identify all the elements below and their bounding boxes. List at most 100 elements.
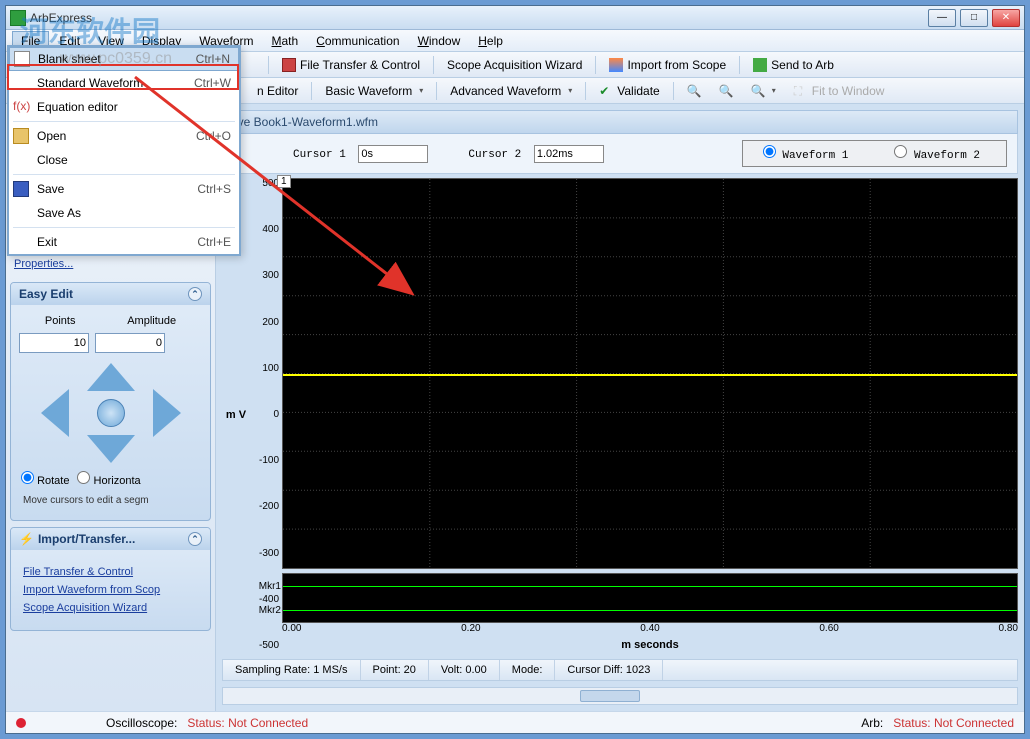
fm-equation-editor[interactable]: f(x) Equation editor	[9, 95, 239, 119]
import-panel-title: Import/Transfer...	[38, 532, 135, 546]
menu-communication[interactable]: Communication	[308, 32, 407, 50]
file-menu-dropdown: Blank sheetCtrl+N Standard WaveformCtrl+…	[7, 45, 241, 256]
menu-window[interactable]: Window	[410, 32, 469, 50]
fm-blank-sheet[interactable]: Blank sheetCtrl+N	[9, 47, 239, 71]
menu-help[interactable]: Help	[470, 32, 511, 50]
zoom-dropdown[interactable]: 🔍	[744, 81, 783, 101]
fm-close[interactable]: Close	[9, 148, 239, 172]
horizontal-scrollbar[interactable]	[222, 687, 1018, 705]
lightning-icon: ⚡	[19, 532, 34, 546]
osc-status: Status: Not Connected	[187, 716, 308, 730]
waveform1-radio[interactable]: Waveform 1	[763, 145, 849, 162]
dpad-right-button[interactable]	[153, 389, 181, 437]
window-title: ArbExpress	[30, 11, 928, 25]
plot-canvas[interactable]: 1	[282, 178, 1018, 569]
fm-open[interactable]: OpenCtrl+O	[9, 124, 239, 148]
import-waveform-link[interactable]: Import Waveform from Scop	[23, 584, 198, 596]
menu-math[interactable]: Math	[264, 32, 307, 50]
scrollbar-thumb[interactable]	[580, 690, 640, 702]
main-area: ave Book1-Waveform1.wfm Cursor 1 Cursor …	[216, 104, 1024, 711]
fm-standard-waveform[interactable]: Standard WaveformCtrl+W	[9, 71, 239, 95]
new-file-icon	[14, 51, 30, 67]
dpad-up-button[interactable]	[87, 363, 135, 391]
save-icon	[13, 181, 29, 197]
advanced-waveform-dropdown[interactable]: Advanced Waveform	[443, 81, 579, 101]
waveform-trace	[283, 374, 1017, 376]
validate-button[interactable]: ✔Validate	[592, 81, 666, 101]
dpad-down-button[interactable]	[87, 435, 135, 463]
import-icon	[609, 58, 623, 72]
sampling-rate: Sampling Rate: 1 MS/s	[223, 660, 361, 680]
scope-wizard-button[interactable]: Scope Acquisition Wizard	[440, 55, 589, 75]
statusbar: Oscilloscope: Status: Not Connected Arb:…	[6, 711, 1024, 733]
cursor1-label: Cursor 1	[293, 149, 346, 161]
zoom-icon: 🔍	[751, 84, 765, 98]
equation-icon: f(x)	[13, 99, 29, 115]
equation-editor-button[interactable]: n Editor	[250, 81, 305, 101]
cursor1-input[interactable]	[358, 145, 428, 163]
cursor2-label: Cursor 2	[468, 149, 521, 161]
fm-exit[interactable]: ExitCtrl+E	[9, 230, 239, 254]
easy-edit-panel: Easy Edit ⌃ Points Amplitude	[10, 282, 211, 521]
amplitude-label: Amplitude	[127, 315, 176, 327]
osc-status-icon	[16, 718, 26, 728]
amplitude-input[interactable]	[95, 333, 165, 353]
fm-save[interactable]: SaveCtrl+S	[9, 177, 239, 201]
points-input[interactable]	[19, 333, 89, 353]
osc-label: Oscilloscope:	[106, 716, 177, 730]
import-scope-button[interactable]: Import from Scope	[602, 55, 733, 75]
x-axis-ticks: 0.000.200.400.600.80	[282, 623, 1018, 637]
waveform2-radio[interactable]: Waveform 2	[894, 145, 980, 162]
app-icon	[10, 10, 26, 26]
properties-link[interactable]: Properties...	[14, 258, 207, 270]
file-transfer-button[interactable]: File Transfer & Control	[275, 55, 427, 75]
mode-value: Mode:	[500, 660, 556, 680]
waveform-plot: m V 5004003002001000-100-200-300-400-500…	[222, 178, 1018, 651]
fit-icon: ⛶	[794, 84, 808, 98]
points-label: Points	[45, 315, 76, 327]
import-transfer-header[interactable]: ⚡ Import/Transfer... ⌃	[11, 528, 210, 550]
cursor-bar: Cursor 1 Cursor 2 Waveform 1 Waveform 2	[222, 134, 1018, 174]
collapse-icon: ⌃	[188, 532, 202, 546]
zoom-in-button[interactable]: 🔍	[680, 81, 708, 101]
document-title: ave Book1-Waveform1.wfm	[222, 110, 1018, 134]
marker-plot[interactable]: Mkr1 Mkr2	[282, 573, 1018, 623]
arb-status: Status: Not Connected	[893, 716, 1014, 730]
collapse-icon: ⌃	[188, 287, 202, 301]
horizontal-radio[interactable]: Horizonta	[77, 471, 140, 487]
file-transfer-link[interactable]: File Transfer & Control	[23, 566, 198, 578]
check-icon: ✔	[599, 84, 613, 98]
close-button[interactable]: ✕	[992, 9, 1020, 27]
easy-edit-header[interactable]: Easy Edit ⌃	[11, 283, 210, 305]
mkr1-label: Mkr1	[247, 581, 281, 592]
zoom-out-button[interactable]: 🔍	[712, 81, 740, 101]
fm-save-as[interactable]: Save As	[9, 201, 239, 225]
x-axis-label: m seconds	[282, 639, 1018, 651]
send-arb-button[interactable]: Send to Arb	[746, 55, 841, 75]
info-bar: Sampling Rate: 1 MS/s Point: 20 Volt: 0.…	[222, 659, 1018, 681]
dpad-center-button[interactable]	[97, 399, 125, 427]
cursor-diff: Cursor Diff: 1023	[555, 660, 663, 680]
volt-value: Volt: 0.00	[429, 660, 500, 680]
zoom-out-icon: 🔍	[719, 84, 733, 98]
edit-hint: Move cursors to edit a segm	[23, 495, 198, 506]
easy-edit-title: Easy Edit	[19, 287, 73, 301]
open-icon	[13, 128, 29, 144]
dpad-left-button[interactable]	[41, 389, 69, 437]
rotate-radio[interactable]: Rotate	[21, 471, 69, 487]
import-transfer-panel: ⚡ Import/Transfer... ⌃ File Transfer & Co…	[10, 527, 211, 631]
cursor2-input[interactable]	[534, 145, 604, 163]
maximize-button[interactable]: □	[960, 9, 988, 27]
zoom-in-icon: 🔍	[687, 84, 701, 98]
mkr2-label: Mkr2	[247, 605, 281, 616]
minimize-button[interactable]: —	[928, 9, 956, 27]
basic-waveform-dropdown[interactable]: Basic Waveform	[318, 81, 430, 101]
fit-window-button[interactable]: ⛶Fit to Window	[787, 81, 892, 101]
arb-label: Arb:	[861, 716, 883, 730]
scope-wizard-link[interactable]: Scope Acquisition Wizard	[23, 602, 198, 614]
titlebar: ArbExpress — □ ✕	[6, 6, 1024, 30]
point-count: Point: 20	[361, 660, 429, 680]
direction-pad	[41, 363, 181, 463]
send-icon	[753, 58, 767, 72]
transfer-icon	[282, 58, 296, 72]
